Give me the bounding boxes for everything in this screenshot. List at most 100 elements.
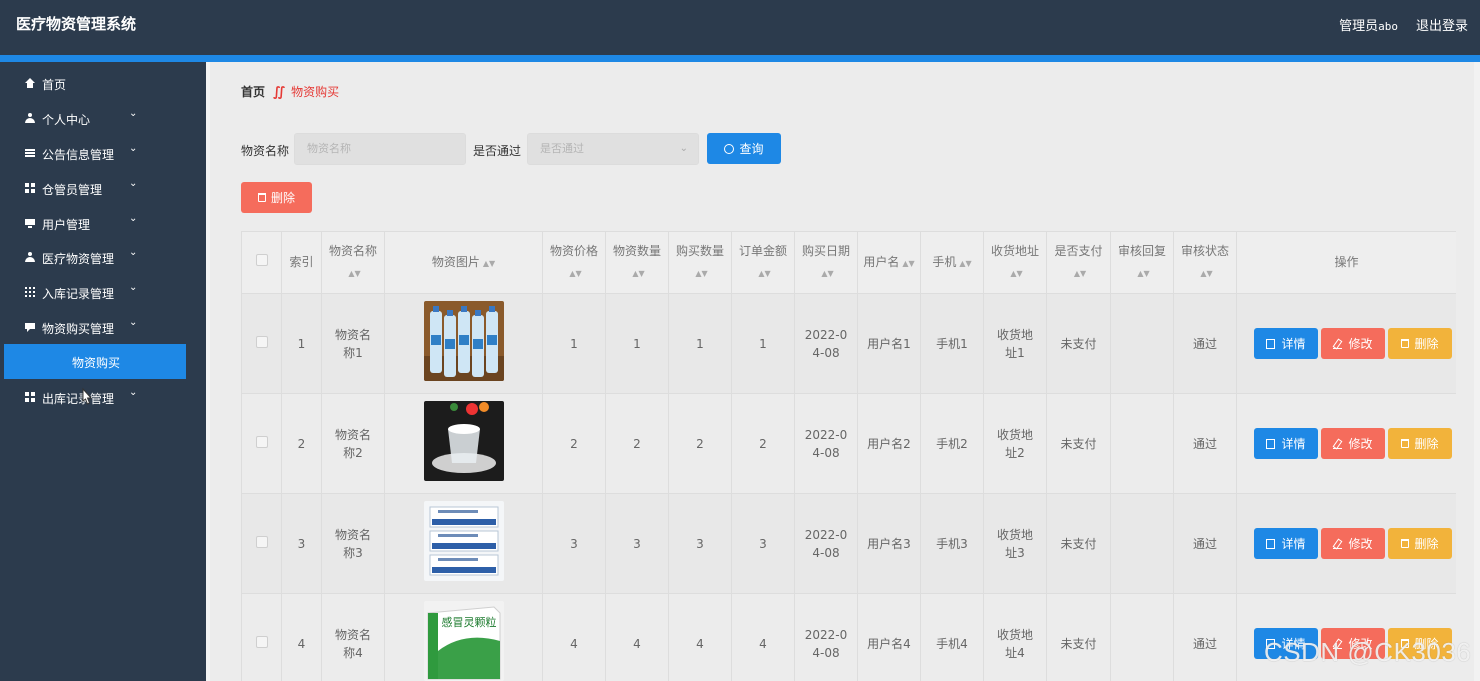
- sort-icon[interactable]: ▲▼: [1200, 269, 1212, 278]
- query-button-label: 查询: [739, 142, 764, 156]
- chat-icon: [24, 321, 35, 332]
- image-cell: 感冒灵颗粒: [384, 593, 543, 681]
- sidebar-item-purchase[interactable]: 物资购买管理 ⌄: [0, 310, 190, 344]
- column-header[interactable]: 收货地址▲▼: [983, 231, 1047, 294]
- column-header[interactable]: 物资数量▲▼: [605, 231, 669, 294]
- monitor-icon: [24, 217, 35, 228]
- sidebar-item-label: 医疗物资管理: [42, 252, 115, 266]
- sidebar-subitem-purchase-active[interactable]: 物资购买: [4, 344, 186, 379]
- name-search-label: 物资名称: [241, 144, 290, 158]
- column-header[interactable]: 购买数量▲▼: [668, 231, 732, 294]
- sidebar-item-personal-center[interactable]: 个人中心 ⌄: [0, 101, 190, 135]
- sort-icon[interactable]: ▲▼: [821, 269, 833, 278]
- cell-reply: [1110, 393, 1174, 494]
- cell-status: 通过: [1173, 493, 1237, 594]
- delete-button[interactable]: 删除: [1388, 328, 1452, 359]
- cell-date: 2022-04-08: [794, 393, 858, 494]
- cell-user: 用户名1: [857, 293, 921, 394]
- column-header[interactable]: 购买日期▲▼: [794, 231, 858, 294]
- cell-status: 通过: [1173, 293, 1237, 394]
- row-checkbox[interactable]: [255, 335, 268, 348]
- image-cell: [384, 393, 543, 494]
- breadcrumb-separator-icon: ∬: [273, 85, 286, 100]
- table-row: 3 物资名称3 3 3 3 3 2022-04-08 用户名3 手机3 收货地址3 未支付 通过 详情修…: [241, 493, 1456, 594]
- detail-button[interactable]: 详情: [1254, 428, 1318, 459]
- column-header[interactable]: 审核状态▲▼: [1173, 231, 1237, 294]
- product-box-text: 感冒灵颗粒: [441, 615, 496, 629]
- detail-button[interactable]: 详情: [1254, 328, 1318, 359]
- column-header[interactable]: 物资图片 ▲▼: [384, 231, 543, 294]
- page-scrollbar[interactable]: [1474, 62, 1480, 681]
- list-icon: [24, 147, 35, 158]
- column-header: 索引: [281, 231, 322, 294]
- image-cell: [384, 493, 543, 594]
- query-button[interactable]: 查询: [707, 133, 781, 164]
- sidebar-item-label: 个人中心: [42, 113, 91, 127]
- pencil-icon: [1333, 439, 1343, 449]
- row-checkbox[interactable]: [255, 635, 268, 648]
- sidebar-item-warehouse-staff[interactable]: 仓管员管理 ⌄: [0, 171, 190, 205]
- sort-icon[interactable]: ▲▼: [483, 259, 495, 268]
- column-header[interactable]: 物资价格▲▼: [542, 231, 606, 294]
- sort-icon[interactable]: ▲▼: [632, 269, 644, 278]
- sort-icon[interactable]: ▲▼: [569, 269, 581, 278]
- sidebar-item-outbound-records[interactable]: 出库记录管理 ⌄: [0, 380, 190, 414]
- delete-button[interactable]: 删除: [1388, 428, 1452, 459]
- sort-icon[interactable]: ▲▼: [1010, 269, 1022, 278]
- cell-reply: [1110, 293, 1174, 394]
- cell-buy_qty: 4: [668, 593, 732, 681]
- column-header[interactable]: 手机 ▲▼: [920, 231, 984, 294]
- logout-link[interactable]: 退出登录: [1416, 19, 1468, 34]
- detail-button[interactable]: 详情: [1254, 528, 1318, 559]
- sort-icon[interactable]: ▲▼: [758, 269, 770, 278]
- column-header[interactable]: 用户名 ▲▼: [857, 231, 921, 294]
- edit-button[interactable]: 修改: [1321, 428, 1385, 459]
- sidebar-item-users[interactable]: 用户管理 ⌄: [0, 206, 190, 240]
- delete-button[interactable]: 删除: [1388, 528, 1452, 559]
- pencil-icon: [1333, 539, 1343, 549]
- cell-qty: 1: [605, 293, 669, 394]
- column-header[interactable]: 审核回复▲▼: [1110, 231, 1174, 294]
- row-checkbox[interactable]: [255, 535, 268, 548]
- row-checkbox-cell: [241, 293, 282, 394]
- cold-granules-box-image: 感冒灵颗粒: [423, 601, 504, 681]
- breadcrumb-home[interactable]: 首页: [241, 85, 265, 99]
- sidebar-item-notice[interactable]: 公告信息管理 ⌄: [0, 136, 190, 170]
- sort-icon[interactable]: ▲▼: [959, 259, 971, 268]
- column-header: 操作: [1236, 231, 1456, 294]
- cell-date: 2022-04-08: [794, 293, 858, 394]
- name-search-input[interactable]: 物资名称: [294, 133, 466, 165]
- sort-icon[interactable]: ▲▼: [348, 269, 360, 278]
- cell-name: 物资名称1: [321, 293, 385, 394]
- pass-filter-select[interactable]: 是否通过 ⌄: [527, 133, 699, 165]
- column-header[interactable]: 订单金额▲▼: [731, 231, 795, 294]
- sort-icon[interactable]: ▲▼: [695, 269, 707, 278]
- trash-icon: [1401, 339, 1410, 348]
- chevron-down-icon: ⌄: [129, 178, 138, 189]
- app-title: 医疗物资管理系统: [16, 15, 137, 33]
- user-area: 管理员abo 退出登录: [1339, 15, 1468, 34]
- batch-delete-label: 删除: [270, 191, 295, 205]
- sort-icon[interactable]: ▲▼: [902, 259, 914, 268]
- row-checkbox[interactable]: [255, 435, 268, 448]
- sidebar-item-inbound-records[interactable]: 入库记录管理 ⌄: [0, 275, 190, 309]
- sort-icon[interactable]: ▲▼: [1074, 269, 1086, 278]
- sidebar-item-home[interactable]: 首页: [0, 66, 190, 100]
- batch-delete-button[interactable]: 删除: [241, 182, 312, 213]
- actions-cell: 详情 修改 删除: [1236, 393, 1456, 494]
- column-header[interactable]: 物资名称▲▼: [321, 231, 385, 294]
- select-all-checkbox[interactable]: [255, 254, 268, 266]
- cell-reply: [1110, 493, 1174, 594]
- cell-phone: 手机4: [920, 593, 984, 681]
- sidebar-item-medical-supplies[interactable]: 医疗物资管理 ⌄: [0, 240, 190, 274]
- sort-icon[interactable]: ▲▼: [1137, 269, 1149, 278]
- edit-button[interactable]: 修改: [1321, 528, 1385, 559]
- sidebar-item-label: 物资购买管理: [42, 322, 115, 336]
- user-icon: [24, 251, 35, 262]
- cell-phone: 手机3: [920, 493, 984, 594]
- pass-filter-placeholder: 是否通过: [540, 142, 584, 155]
- mouse-cursor-icon: [82, 387, 93, 405]
- document-icon: [1266, 338, 1276, 349]
- column-header[interactable]: 是否支付▲▼: [1046, 231, 1111, 294]
- edit-button[interactable]: 修改: [1321, 328, 1385, 359]
